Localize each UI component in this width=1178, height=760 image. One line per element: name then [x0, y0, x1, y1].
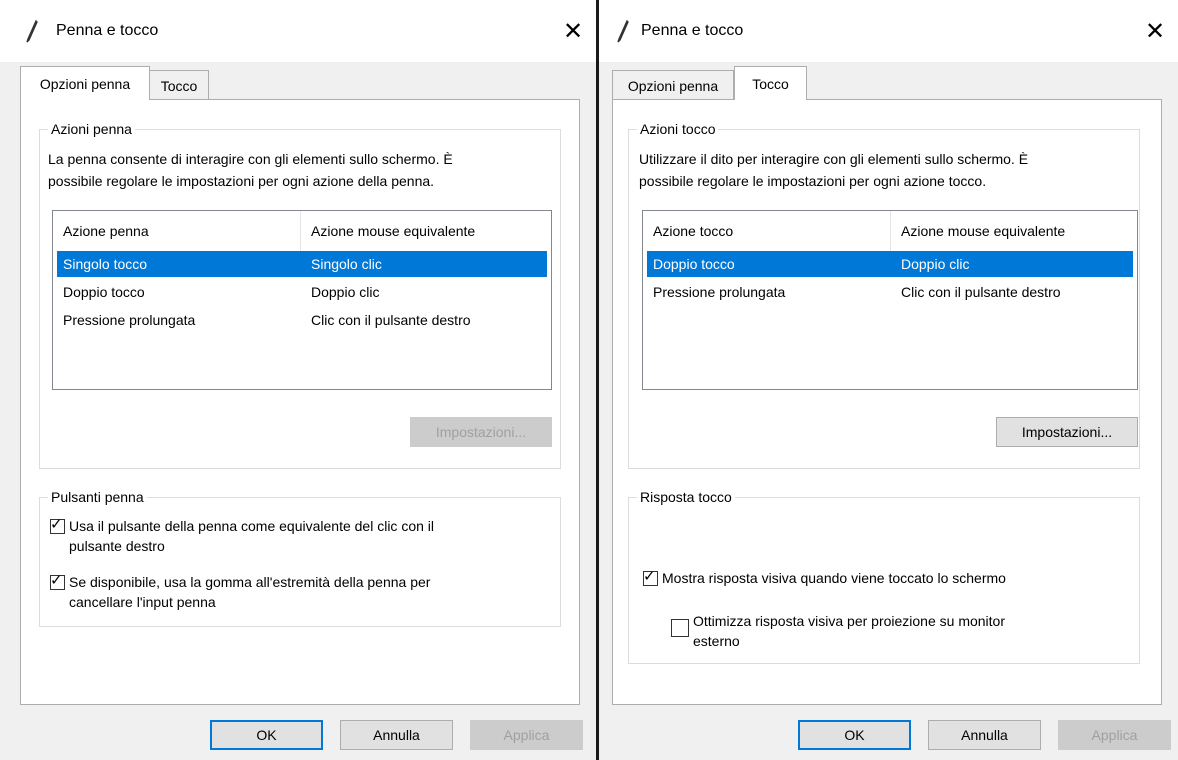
title-bar: Penna e tocco ✕ [599, 0, 1178, 62]
column-header-action[interactable]: Azione tocco [643, 211, 890, 251]
ok-button[interactable]: OK [210, 720, 323, 750]
tab-touch[interactable]: Tocco [734, 66, 807, 100]
title-bar: Penna e tocco ✕ [0, 0, 596, 62]
checkmark-icon: ✓ [50, 516, 63, 533]
column-header-action[interactable]: Azione penna [53, 211, 300, 251]
checkbox[interactable] [671, 619, 689, 637]
description: Utilizzare il dito per interagire con gl… [639, 151, 1029, 189]
checkbox-label: Ottimizza risposta visiva per proiezione… [693, 613, 1006, 649]
tab-label: Tocco [160, 77, 198, 94]
right-click-equivalent-checkbox[interactable]: ✓ Usa il pulsante della penna come equiv… [50, 516, 550, 556]
cell-mouse: Clic con il pulsante destro [901, 284, 1061, 300]
cancel-button[interactable]: Annulla [340, 720, 453, 750]
cell-action: Pressione prolungata [63, 312, 196, 328]
checkbox-label: Mostra risposta visiva quando viene tocc… [662, 570, 1006, 586]
checkmark-icon: ✓ [643, 568, 656, 585]
column-header-mouse[interactable]: Azione mouse equivalente [891, 211, 1137, 251]
touch-actions-list[interactable]: Azione tocco Azione mouse equivalente Do… [642, 210, 1138, 390]
touch-feedback-group: Risposta tocco ✓ Mostra risposta visiva … [628, 488, 1140, 664]
list-row[interactable]: Pressione prolungata Clic con il pulsant… [647, 279, 1133, 305]
eraser-checkbox[interactable]: ✓ Se disponibile, usa la gomma all'estre… [50, 572, 550, 612]
touch-actions-group: Azioni tocco Utilizzare il dito per inte… [628, 120, 1140, 469]
cell-mouse: Doppio clic [901, 256, 970, 272]
cell-action: Doppio tocco [653, 256, 735, 272]
tab-pen-options[interactable]: Opzioni penna [20, 66, 150, 100]
pen-buttons-group: Pulsanti penna ✓ Usa il pulsante della p… [39, 488, 561, 627]
close-icon: ✕ [1144, 17, 1166, 45]
group-label: Risposta tocco [637, 488, 735, 506]
checkbox-label: Usa il pulsante della penna come equival… [69, 518, 434, 554]
pen-actions-group: Azioni penna La penna consente di intera… [39, 120, 561, 469]
checkmark-icon: ✓ [50, 572, 63, 589]
close-icon: ✕ [562, 17, 584, 45]
cell-mouse: Clic con il pulsante destro [311, 312, 471, 328]
pen-touch-dialog-pen-options: Penna e tocco ✕ Opzioni penna Tocco Azio… [0, 0, 596, 760]
list-row[interactable]: Doppio tocco Doppio clic [647, 251, 1133, 277]
checkbox[interactable]: ✓ [50, 572, 65, 590]
tab-touch[interactable]: Tocco [149, 70, 209, 100]
group-label: Azioni penna [48, 120, 135, 138]
tab-label: Tocco [752, 75, 789, 92]
cancel-button[interactable]: Annulla [928, 720, 1041, 750]
checkbox[interactable]: ✓ [50, 516, 65, 534]
tab-label: Opzioni penna [39, 75, 131, 92]
close-button[interactable]: ✕ [550, 0, 596, 62]
pen-icon [26, 20, 38, 43]
group-label: Pulsanti penna [48, 488, 147, 506]
list-row[interactable]: Singolo tocco Singolo clic [57, 251, 547, 277]
settings-button[interactable]: Impostazioni... [996, 417, 1138, 447]
cell-action: Singolo tocco [63, 256, 148, 272]
column-header-mouse[interactable]: Azione mouse equivalente [301, 211, 551, 251]
close-button[interactable]: ✕ [1132, 0, 1178, 62]
pen-actions-list[interactable]: Azione penna Azione mouse equivalente Si… [52, 210, 552, 390]
description: La penna consente di interagire con gli … [48, 151, 453, 189]
pen-touch-dialog-touch: Penna e tocco ✕ Opzioni penna Tocco Azio… [599, 0, 1178, 760]
cell-action: Doppio tocco [63, 284, 145, 300]
tab-panel: Azioni penna La penna consente di intera… [20, 99, 580, 705]
ok-button[interactable]: OK [798, 720, 911, 750]
show-visual-feedback-checkbox[interactable]: ✓ Mostra risposta visiva quando viene to… [643, 568, 1133, 588]
list-header: Azione tocco Azione mouse equivalente [643, 211, 1137, 251]
window-title: Penna e tocco [641, 22, 744, 39]
checkbox-label: Se disponibile, usa la gomma all'estremi… [69, 574, 431, 610]
list-row[interactable]: Doppio tocco Doppio clic [57, 279, 547, 305]
tab-pen-options[interactable]: Opzioni penna [612, 70, 734, 100]
settings-button[interactable]: Impostazioni... [410, 417, 552, 447]
cell-mouse: Singolo clic [311, 256, 382, 272]
window-title: Penna e tocco [56, 22, 159, 39]
apply-button[interactable]: Applica [470, 720, 583, 750]
cell-action: Pressione prolungata [653, 284, 786, 300]
apply-button[interactable]: Applica [1058, 720, 1171, 750]
pen-icon [617, 20, 629, 43]
group-label: Azioni tocco [637, 120, 719, 138]
list-header: Azione penna Azione mouse equivalente [53, 211, 551, 251]
cell-mouse: Doppio clic [311, 284, 380, 300]
optimize-projection-checkbox[interactable]: Ottimizza risposta visiva per proiezione… [671, 611, 1131, 651]
checkbox[interactable]: ✓ [643, 568, 658, 586]
tab-label: Opzioni penna [627, 77, 719, 94]
list-row[interactable]: Pressione prolungata Clic con il pulsant… [57, 307, 547, 333]
tab-panel: Azioni tocco Utilizzare il dito per inte… [612, 99, 1162, 705]
